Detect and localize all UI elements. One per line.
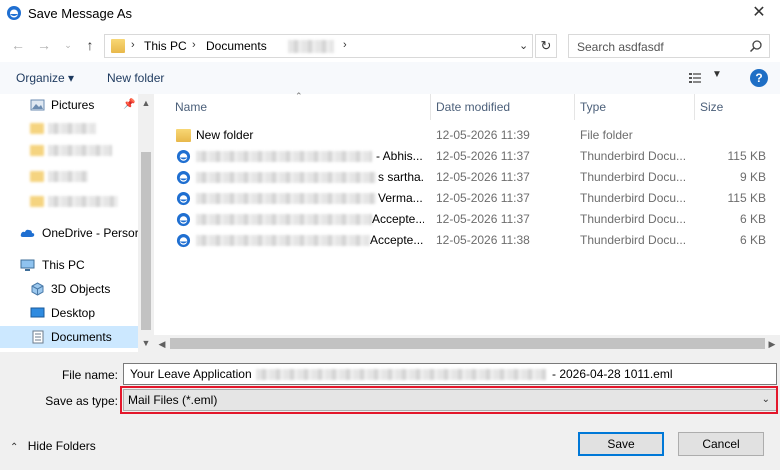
file-name-suffix: - 2026-04-28 1011.eml xyxy=(552,367,673,381)
recent-locations-icon[interactable]: ⌄ xyxy=(60,37,76,53)
thunderbird-icon xyxy=(176,149,191,164)
redacted-filename xyxy=(256,369,546,380)
scroll-left-icon[interactable]: ◀ xyxy=(154,339,170,350)
folder-icon xyxy=(30,196,44,207)
folder-icon xyxy=(111,39,125,53)
window-title: Save Message As xyxy=(28,6,133,21)
address-bar[interactable]: › This PC › Documents › ⌄ xyxy=(104,34,533,58)
hide-folders-label: Hide Folders xyxy=(27,439,96,453)
search-input[interactable]: Search asdfasdf xyxy=(568,34,770,58)
sidebar-item-documents[interactable]: Documents xyxy=(0,326,138,348)
horizontal-scroll-thumb[interactable] xyxy=(170,338,765,349)
redacted-folder[interactable] xyxy=(48,196,118,207)
chevron-right-icon[interactable]: › xyxy=(343,39,347,51)
file-name-label: File name: xyxy=(61,368,118,382)
folder-icon xyxy=(30,145,44,156)
organize-button[interactable]: Organize ▾ xyxy=(16,71,74,85)
highlight-box xyxy=(120,386,778,414)
folder-icon xyxy=(30,123,44,134)
save-as-type-label: Save as type: xyxy=(45,394,118,408)
redacted-filename xyxy=(196,193,376,204)
pin-icon: 📌 xyxy=(123,99,136,110)
forward-icon[interactable]: → xyxy=(36,37,52,53)
file-row[interactable]: Accepte... 12-05-2026 11:37 Thunderbird … xyxy=(172,209,768,230)
file-row[interactable]: - Abhis... 12-05-2026 11:37 Thunderbird … xyxy=(172,146,768,167)
redacted-folder[interactable] xyxy=(48,145,112,156)
redacted-folder[interactable] xyxy=(48,171,88,182)
scroll-up-icon[interactable]: ▲ xyxy=(138,98,154,108)
sort-ascending-icon: ⌃ xyxy=(295,91,303,101)
scroll-right-icon[interactable]: ▶ xyxy=(764,339,780,350)
thunderbird-icon xyxy=(176,170,191,185)
sidebar-scroll-thumb[interactable] xyxy=(141,152,151,330)
thunderbird-icon xyxy=(176,233,191,248)
file-row[interactable]: s sartha... 12-05-2026 11:37 Thunderbird… xyxy=(172,167,768,188)
hide-folders-button[interactable]: ⌃ Hide Folders xyxy=(10,439,96,453)
chevron-down-icon[interactable]: ▼ xyxy=(712,69,722,80)
thunderbird-icon xyxy=(7,6,21,20)
thunderbird-icon xyxy=(176,212,191,227)
sidebar-item-3d-objects[interactable]: 3D Objects xyxy=(0,278,138,300)
breadcrumb-documents[interactable]: Documents xyxy=(206,39,267,53)
column-divider[interactable] xyxy=(694,94,695,120)
column-divider[interactable] xyxy=(430,94,431,120)
search-icon xyxy=(749,40,762,53)
help-button[interactable]: ? xyxy=(750,69,768,87)
navigation-pane: Pictures 📌 OneDrive - Persor This PC 3D … xyxy=(0,94,154,352)
documents-icon xyxy=(32,330,44,344)
desktop-icon xyxy=(30,307,45,318)
file-row[interactable]: Verma... 12-05-2026 11:37 Thunderbird Do… xyxy=(172,188,768,209)
chevron-right-icon[interactable]: › xyxy=(131,39,135,51)
redacted-filename xyxy=(196,151,372,162)
file-row[interactable]: New folder 12-05-2026 11:39 File folder xyxy=(172,125,768,146)
refresh-icon: ↻ xyxy=(540,38,552,53)
sidebar-item-onedrive[interactable]: OneDrive - Persor xyxy=(0,222,138,244)
command-bar: Organize ▾ New folder ▼ ? xyxy=(0,62,780,94)
column-header-type[interactable]: Type xyxy=(580,94,606,120)
sidebar-item-this-pc[interactable]: This PC xyxy=(0,254,138,276)
sidebar-item-pictures[interactable]: Pictures 📌 xyxy=(0,94,138,116)
file-row[interactable]: Accepte... 12-05-2026 11:38 Thunderbird … xyxy=(172,230,768,251)
column-header-size[interactable]: Size xyxy=(700,94,723,120)
scroll-down-icon[interactable]: ▼ xyxy=(138,338,154,348)
chevron-down-icon[interactable]: ⌄ xyxy=(519,39,528,52)
view-options-icon[interactable] xyxy=(688,71,702,85)
redacted-folder[interactable] xyxy=(288,40,334,53)
file-list: ⌃ Name Date modified Type Size New folde… xyxy=(154,91,780,352)
sidebar-item-desktop[interactable]: Desktop xyxy=(0,302,138,324)
redacted-filename xyxy=(196,235,370,246)
close-button[interactable]: ✕ xyxy=(748,3,770,23)
redacted-folder[interactable] xyxy=(48,123,96,134)
file-name-prefix: Your Leave Application xyxy=(130,367,252,381)
column-header-date[interactable]: Date modified xyxy=(436,94,510,120)
column-header-name[interactable]: Name xyxy=(175,94,207,120)
title-bar: Save Message As ✕ xyxy=(0,0,780,28)
cancel-button[interactable]: Cancel xyxy=(678,432,764,456)
file-name-field[interactable]: Your Leave Application - 2026-04-28 1011… xyxy=(123,363,777,385)
search-placeholder: Search asdfasdf xyxy=(577,40,664,54)
redacted-filename xyxy=(196,214,372,225)
column-divider[interactable] xyxy=(574,94,575,120)
back-icon[interactable]: ← xyxy=(10,37,26,53)
refresh-button[interactable]: ↻ xyxy=(535,34,557,58)
thunderbird-icon xyxy=(176,191,191,206)
folder-icon xyxy=(176,129,191,142)
new-folder-button[interactable]: New folder xyxy=(107,71,164,85)
cloud-icon xyxy=(20,229,35,237)
up-icon[interactable]: ↑ xyxy=(82,37,98,53)
save-button[interactable]: Save xyxy=(578,432,664,456)
breadcrumb-this-pc[interactable]: This PC xyxy=(144,39,187,53)
pictures-icon xyxy=(30,99,45,111)
navigation-bar: ← → ⌄ ↑ › This PC › Documents › ⌄ ↻ Sear… xyxy=(0,28,780,62)
computer-icon xyxy=(20,259,35,271)
redacted-filename xyxy=(196,172,376,183)
chevron-up-icon: ⌃ xyxy=(10,442,19,453)
folder-icon xyxy=(30,171,44,182)
chevron-right-icon[interactable]: › xyxy=(192,39,196,51)
cube-icon xyxy=(31,282,44,296)
